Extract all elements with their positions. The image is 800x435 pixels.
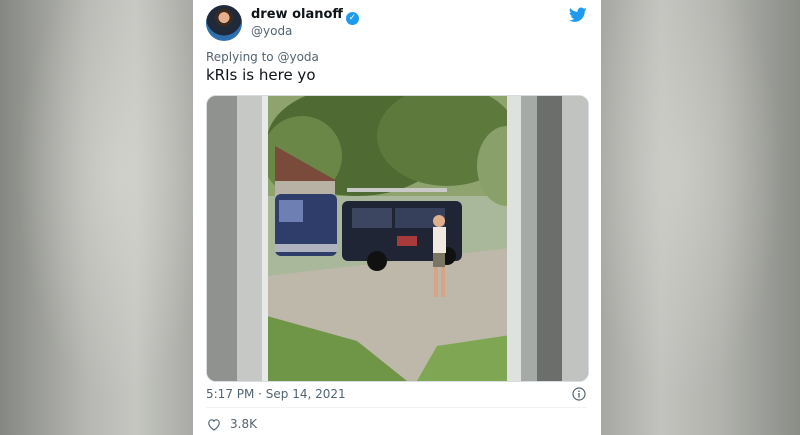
heart-icon[interactable] [207, 418, 221, 431]
replying-to-line: Replying to @yoda [206, 50, 319, 64]
tweet-text: kRIs is here yo [206, 66, 316, 84]
like-count[interactable]: 3.8K [230, 417, 257, 431]
window-view-photo [207, 96, 588, 381]
tweet-photo[interactable] [206, 95, 589, 382]
info-icon[interactable] [572, 387, 586, 401]
display-name[interactable]: drew olanoff [251, 7, 343, 22]
replying-to-handle[interactable]: @yoda [277, 50, 318, 64]
avatar[interactable] [206, 5, 242, 41]
blurred-background-left [0, 0, 193, 435]
replying-to-label: Replying to [206, 50, 274, 64]
tweet-card[interactable]: drew olanoff ✓ @yoda Replying to @yoda kR… [193, 0, 601, 435]
blurred-background-right [601, 0, 800, 435]
user-handle[interactable]: @yoda [251, 24, 292, 38]
divider [206, 407, 587, 408]
twitter-bird-icon[interactable] [569, 7, 587, 23]
verified-badge-icon: ✓ [345, 12, 359, 25]
tweet-timestamp[interactable]: 5:17 PM · Sep 14, 2021 [206, 387, 346, 401]
display-name-row[interactable]: drew olanoff ✓ [251, 7, 359, 25]
